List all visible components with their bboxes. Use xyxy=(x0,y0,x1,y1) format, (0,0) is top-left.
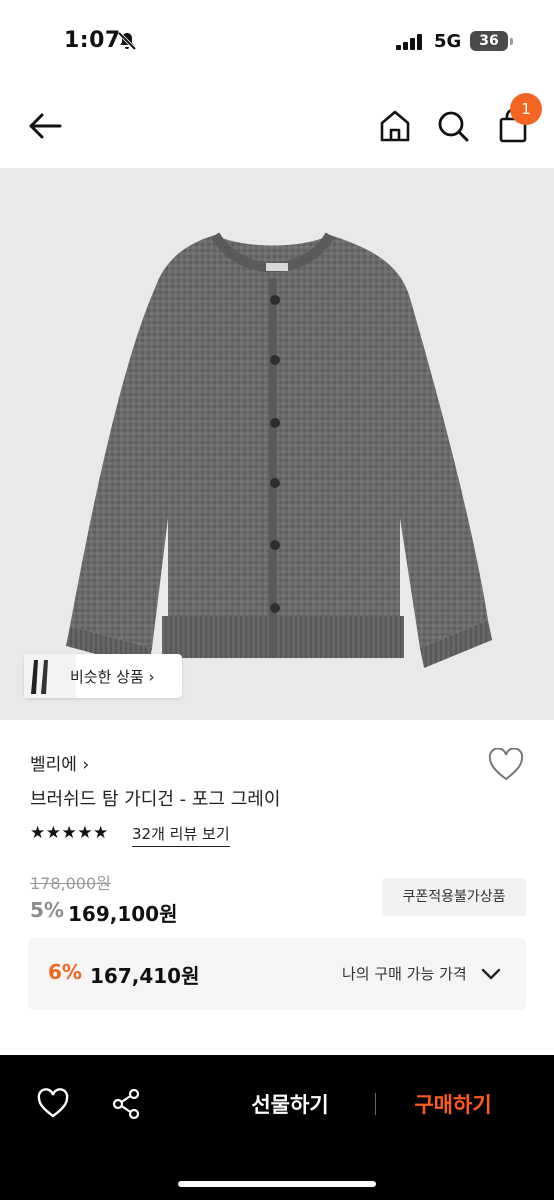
home-icon[interactable] xyxy=(376,106,414,146)
my-discount-rate: 6% xyxy=(48,960,82,984)
battery-indicator: 36 xyxy=(470,31,513,51)
status-time: 1:07 xyxy=(64,28,121,53)
search-icon[interactable] xyxy=(434,106,472,146)
sale-price: 169,100원 xyxy=(68,902,178,926)
similar-product-thumbnail xyxy=(24,654,76,698)
network-type: 5G xyxy=(434,31,462,52)
my-price-panel[interactable]: 6% 167,410원 나의 구매 가능 가격 xyxy=(28,938,526,1010)
brand-link[interactable]: 벨리에 › xyxy=(30,750,89,775)
back-arrow-icon[interactable] xyxy=(24,106,66,146)
heart-icon[interactable] xyxy=(488,748,524,782)
similar-products-button[interactable]: 비슷한 상품 › xyxy=(24,654,182,698)
product-name: 브러쉬드 탐 가디건 - 포그 그레이 xyxy=(30,789,281,810)
wishlist-heart-icon[interactable] xyxy=(36,1087,70,1121)
product-image[interactable]: 비슷한 상품 › xyxy=(0,168,554,720)
gift-button[interactable]: 선물하기 xyxy=(220,1089,360,1123)
star-rating: ★★★★★ xyxy=(30,823,109,843)
bottom-action-bar: 선물하기 구매하기 xyxy=(0,1055,554,1200)
cart-count-badge: 1 xyxy=(510,93,542,125)
discount-rate: 5% xyxy=(30,898,64,922)
similar-products-label: 비슷한 상품 › xyxy=(70,668,155,686)
app-header xyxy=(0,84,554,168)
original-price: 178,000원 xyxy=(30,874,111,893)
buy-button[interactable]: 구매하기 xyxy=(392,1089,514,1123)
my-price-label: 나의 구매 가능 가격 xyxy=(342,965,467,983)
signal-icon xyxy=(396,34,422,50)
coupon-unavailable-badge: 쿠폰적용불가상품 xyxy=(382,878,526,916)
share-icon[interactable] xyxy=(110,1087,142,1121)
review-link[interactable]: 32개 리뷰 보기 xyxy=(132,823,230,847)
cardigan-illustration xyxy=(66,232,492,668)
bar-divider xyxy=(375,1093,376,1115)
home-indicator xyxy=(178,1181,376,1187)
my-price: 167,410원 xyxy=(90,964,200,988)
bell-muted-icon xyxy=(117,31,137,51)
status-bar: 1:07 5G 36 xyxy=(0,0,554,84)
chevron-down-icon[interactable] xyxy=(480,964,502,984)
